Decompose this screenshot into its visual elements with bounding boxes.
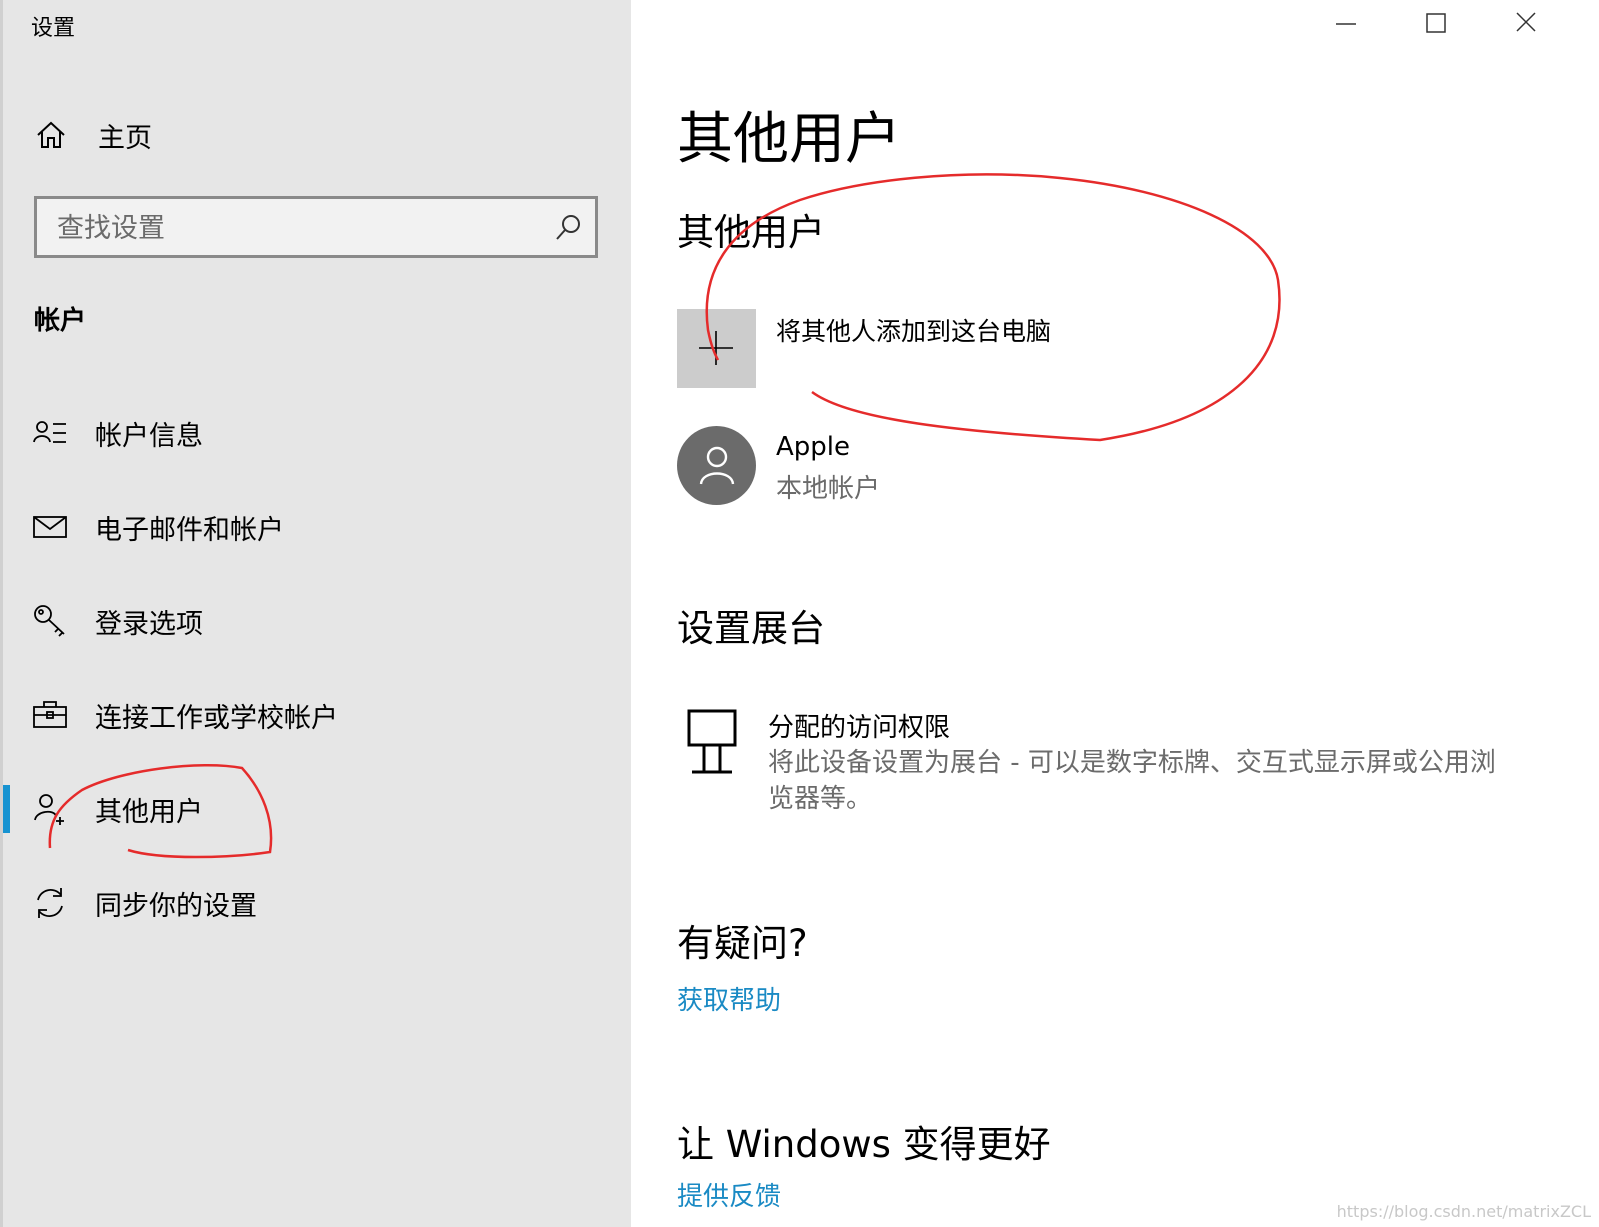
home-label: 主页 xyxy=(98,122,152,154)
key-icon xyxy=(34,605,65,637)
sync-icon xyxy=(37,888,63,918)
feedback-heading: 让 Windows 变得更好 xyxy=(677,1123,1051,1166)
user-account-type: 本地帐户 xyxy=(776,474,881,504)
search-input[interactable] xyxy=(55,207,539,249)
sidebar-item-label: 登录选项 xyxy=(95,608,203,640)
app-title: 设置 xyxy=(31,16,76,41)
watermark: https://blog.csdn.net/matrixZCL xyxy=(1336,1202,1591,1221)
selection-indicator xyxy=(3,785,10,833)
close-icon[interactable] xyxy=(1503,6,1549,42)
get-help-link[interactable]: 获取帮助 xyxy=(677,980,781,1017)
sidebar-item-label: 连接工作或学校帐户 xyxy=(95,702,338,734)
sidebar-item-account-info[interactable]: 帐户信息 xyxy=(0,403,631,463)
add-person-icon xyxy=(34,794,64,825)
settings-window: 设置 主页 帐户 帐户信息 xyxy=(0,0,1599,1227)
other-users-heading: 其他用户 xyxy=(677,211,825,254)
briefcase-icon xyxy=(33,701,67,728)
plus-icon xyxy=(699,331,733,365)
assigned-access-description: 将此设备设置为展台 - 可以是数字标牌、交互式显示屏或公用浏览器等。 xyxy=(768,748,1496,814)
search-icon[interactable] xyxy=(553,213,583,243)
sidebar-item-label: 同步你的设置 xyxy=(95,890,257,922)
add-user-button[interactable] xyxy=(677,309,756,388)
home-icon xyxy=(37,121,65,148)
mail-icon xyxy=(33,516,67,538)
sidebar-item-email[interactable]: 电子邮件和帐户 xyxy=(0,497,631,557)
sidebar-item-label: 帐户信息 xyxy=(95,420,203,452)
sidebar-item-sync[interactable]: 同步你的设置 xyxy=(0,873,631,933)
maximize-icon[interactable] xyxy=(1413,6,1459,42)
sidebar-item-label: 电子邮件和帐户 xyxy=(95,514,284,546)
section-heading: 帐户 xyxy=(34,306,87,336)
home-button[interactable]: 主页 xyxy=(34,112,152,158)
sidebar: 设置 主页 帐户 帐户信息 xyxy=(0,0,631,1227)
add-user-label[interactable]: 将其他人添加到这台电脑 xyxy=(776,312,1051,348)
page-title: 其他用户 xyxy=(677,107,901,172)
avatar[interactable] xyxy=(677,426,756,505)
sidebar-item-label: 其他用户 xyxy=(95,796,203,828)
assigned-access-title[interactable]: 分配的访问权限 xyxy=(768,707,950,744)
user-name[interactable]: Apple xyxy=(776,432,850,462)
questions-heading: 有疑问? xyxy=(677,922,808,965)
sidebar-item-other-users[interactable]: 其他用户 xyxy=(0,779,631,839)
kiosk-heading: 设置展台 xyxy=(677,607,825,650)
minimize-icon[interactable] xyxy=(1323,6,1369,42)
give-feedback-link[interactable]: 提供反馈 xyxy=(677,1176,781,1213)
kiosk-icon[interactable] xyxy=(686,708,738,776)
window-controls xyxy=(1299,0,1599,50)
search-box[interactable] xyxy=(34,196,598,258)
person-icon xyxy=(699,446,735,485)
sidebar-item-work-school[interactable]: 连接工作或学校帐户 xyxy=(0,685,631,745)
sidebar-item-sign-in[interactable]: 登录选项 xyxy=(0,591,631,651)
account-info-icon xyxy=(33,421,66,443)
